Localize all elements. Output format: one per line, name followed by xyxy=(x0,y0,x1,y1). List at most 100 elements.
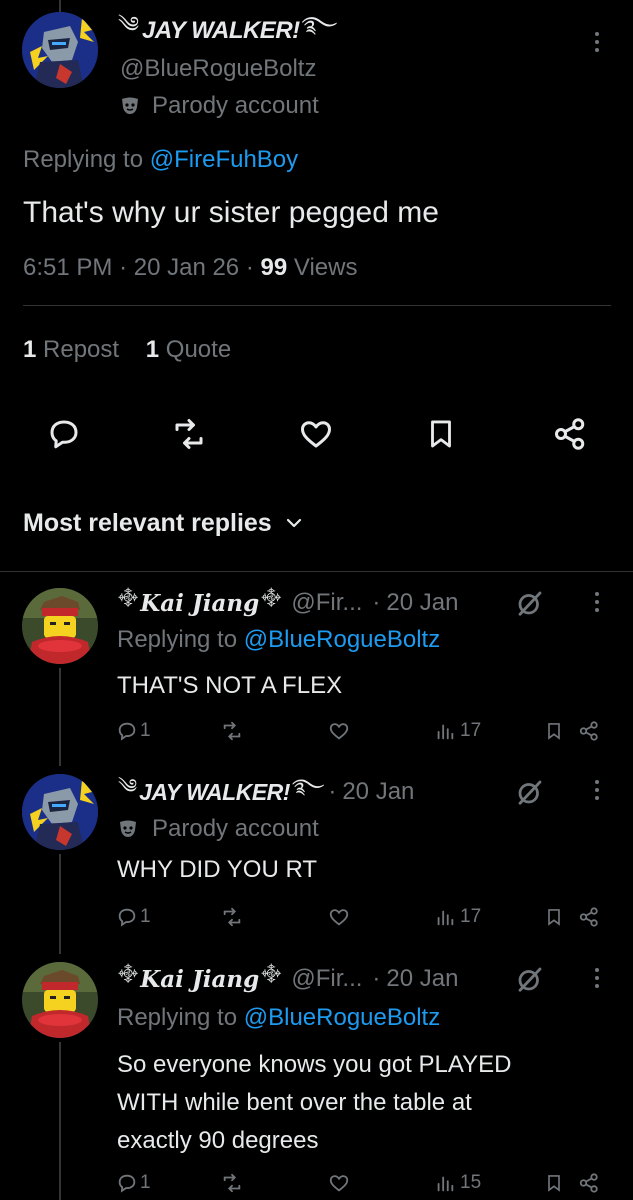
replying-to-handle[interactable]: @FireFuhBoy xyxy=(150,146,298,173)
sort-replies-dropdown[interactable]: Most relevant replies xyxy=(23,508,304,538)
reply-action-bar: 1 17 xyxy=(116,718,606,744)
reply-count: 1 xyxy=(140,1172,151,1193)
user-handle[interactable]: @Fir... xyxy=(291,965,362,993)
like-icon[interactable] xyxy=(328,720,350,742)
reply-button[interactable]: 1 xyxy=(116,906,151,928)
divider xyxy=(0,571,633,572)
replying-to: Replying to @BlueRogueBoltz xyxy=(117,1004,441,1031)
share-icon[interactable] xyxy=(578,720,600,742)
share-icon[interactable] xyxy=(552,416,588,452)
reply-text: WHY DID YOU RT xyxy=(117,856,318,883)
wave-ornament-left: ༄ xyxy=(118,776,138,798)
wave-ornament-left: ༄ xyxy=(118,12,140,37)
parody-badge: Parody account xyxy=(120,92,319,120)
tweet-text: That's why ur sister pegged me xyxy=(23,196,439,229)
reply-date: 20 Jan xyxy=(386,965,459,992)
reply-icon xyxy=(118,908,136,927)
chevron-down-icon xyxy=(286,518,301,528)
grok-icon[interactable] xyxy=(514,777,546,807)
reply-text: So everyone knows you got PLAYED WITH wh… xyxy=(117,1051,512,1154)
thread-line-top xyxy=(59,0,61,12)
parody-mask-icon xyxy=(122,97,138,114)
views-button[interactable]: 15 xyxy=(434,1172,481,1194)
avatar[interactable] xyxy=(22,588,98,664)
avatar[interactable] xyxy=(22,774,98,850)
tweet-date: 20 Jan 26 xyxy=(133,254,240,281)
reply-button[interactable]: 1 xyxy=(116,720,151,742)
tweet-meta: 6:51 PM · 20 Jan 26 · 99 Views xyxy=(23,254,358,281)
wave-ornament-right: ࿐ xyxy=(291,776,325,798)
reply-header: ༄ JAY WALKER! ࿐ · 20 Jan xyxy=(118,776,414,808)
reply-action-bar: 1 17 xyxy=(116,904,606,930)
views-count: 17 xyxy=(460,720,482,741)
reply-icon xyxy=(118,1174,136,1193)
replying-to: Replying to @FireFuhBoy xyxy=(23,146,299,173)
like-icon[interactable] xyxy=(328,1172,350,1194)
user-handle[interactable]: @BlueRogueBoltz xyxy=(120,55,316,83)
display-name[interactable]: ༄ JAY WALKER! ࿐ xyxy=(118,12,337,46)
views-count: 99 xyxy=(260,254,288,281)
views-count: 17 xyxy=(460,906,482,927)
bookmark-icon[interactable] xyxy=(544,720,564,742)
ornament-icon: ࿇ xyxy=(118,584,139,609)
repost-icon[interactable] xyxy=(220,906,244,928)
bookmark-icon[interactable] xyxy=(424,416,458,452)
views-button[interactable]: 17 xyxy=(434,720,481,742)
like-icon[interactable] xyxy=(298,416,334,452)
reply-date: 20 Jan xyxy=(342,778,415,805)
views-icon xyxy=(437,910,454,926)
views-icon xyxy=(437,724,454,740)
avatar[interactable] xyxy=(22,962,98,1038)
reply-header: ࿇ Kai Jiang ࿇ @Fir... · 20 Jan xyxy=(118,960,459,996)
divider xyxy=(23,305,611,306)
ornament-icon: ࿇ xyxy=(261,960,282,985)
share-icon[interactable] xyxy=(578,906,600,928)
thread-line xyxy=(59,1042,61,1200)
repost-icon[interactable] xyxy=(170,416,208,452)
repost-icon[interactable] xyxy=(220,1172,244,1194)
reply-icon[interactable] xyxy=(46,416,82,452)
wave-ornament-right: ࿐ xyxy=(301,12,338,37)
reply-date: 20 Jan xyxy=(386,589,459,616)
replying-to: Replying to @BlueRogueBoltz xyxy=(117,626,441,653)
display-name[interactable]: Kai Jiang xyxy=(140,966,259,993)
reply-count: 1 xyxy=(140,720,151,741)
grok-icon[interactable] xyxy=(514,588,546,618)
display-name[interactable]: Kai Jiang xyxy=(140,590,259,617)
ornament-icon: ࿇ xyxy=(118,960,139,985)
views-label: Views xyxy=(293,254,358,281)
more-icon[interactable] xyxy=(594,780,600,804)
bookmark-icon[interactable] xyxy=(544,1172,564,1194)
reply-text: THAT'S NOT A FLEX xyxy=(117,672,343,699)
reply-header: ࿇ Kai Jiang ࿇ @Fir... · 20 Jan xyxy=(118,584,459,620)
views-count: 15 xyxy=(460,1172,482,1193)
ornament-icon: ࿇ xyxy=(261,584,282,609)
display-name[interactable]: JAY WALKER! xyxy=(139,779,290,806)
thread-line xyxy=(59,854,61,954)
like-icon[interactable] xyxy=(328,906,350,928)
views-button[interactable]: 17 xyxy=(434,906,481,928)
replying-to-handle[interactable]: @BlueRogueBoltz xyxy=(244,1004,440,1031)
views-icon xyxy=(437,1176,454,1192)
reply-action-bar: 1 15 xyxy=(116,1170,606,1196)
reply-button[interactable]: 1 xyxy=(116,1172,151,1194)
repost-icon[interactable] xyxy=(220,720,244,742)
grok-icon[interactable] xyxy=(514,964,546,994)
more-icon[interactable] xyxy=(594,592,600,616)
reply-count: 1 xyxy=(140,906,151,927)
engagement-stats: 1 Repost 1 Quote xyxy=(23,336,231,364)
reply-icon xyxy=(118,722,136,741)
replying-to-handle[interactable]: @BlueRogueBoltz xyxy=(244,626,440,653)
repost-stat[interactable]: 1 Repost xyxy=(23,336,119,363)
tweet-time: 6:51 PM xyxy=(23,254,113,281)
parody-mask-icon xyxy=(120,820,136,837)
share-icon[interactable] xyxy=(578,1172,600,1194)
more-icon[interactable] xyxy=(594,32,600,56)
parody-badge: Parody account xyxy=(118,814,319,844)
bookmark-icon[interactable] xyxy=(544,906,564,928)
quote-stat[interactable]: 1 Quote xyxy=(146,336,231,363)
user-handle[interactable]: @Fir... xyxy=(291,589,362,617)
thread-line xyxy=(59,668,61,766)
more-icon[interactable] xyxy=(594,968,600,992)
avatar[interactable] xyxy=(22,12,98,88)
